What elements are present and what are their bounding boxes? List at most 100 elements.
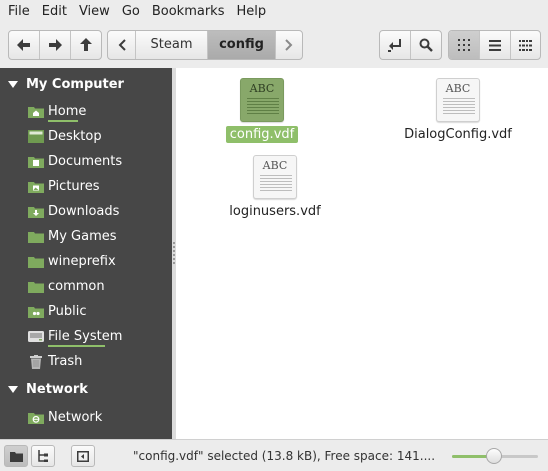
- sidebar-item-public[interactable]: Public: [0, 299, 172, 324]
- sidebar-item-label: My Games: [48, 229, 117, 244]
- list-view-button[interactable]: [480, 31, 511, 59]
- search-icon: [419, 38, 433, 52]
- up-button[interactable]: [71, 31, 101, 59]
- sidebar: My Computer Home Desktop Documents Pictu…: [0, 68, 172, 439]
- sidebar-section-network[interactable]: Network: [0, 377, 88, 401]
- compact-view-icon: [519, 39, 532, 51]
- folder-icon: [28, 280, 44, 294]
- sidebar-item-documents[interactable]: Documents: [0, 149, 172, 174]
- menu-file[interactable]: File: [2, 0, 36, 24]
- disk-usage-bar: [48, 345, 106, 347]
- sidebar-item-label: Network: [48, 410, 103, 425]
- compact-view-button[interactable]: [511, 31, 540, 59]
- downloads-folder-icon: [28, 205, 44, 219]
- expander-down-icon: [0, 80, 26, 88]
- sidebar-item-pictures[interactable]: Pictures: [0, 174, 172, 199]
- breadcrumb: Steam config: [107, 30, 303, 60]
- sidebar-item-downloads[interactable]: Downloads: [0, 199, 172, 224]
- sidebar-item-home[interactable]: Home: [0, 99, 172, 124]
- home-folder-icon: [28, 105, 44, 119]
- trash-icon: [28, 354, 44, 369]
- sidebar-item-label: Pictures: [48, 179, 100, 194]
- show-places-button[interactable]: [4, 445, 28, 467]
- sidebar-item-label: Public: [48, 304, 87, 319]
- forward-button[interactable]: [40, 31, 71, 59]
- sidebar-item-file-system[interactable]: File System: [0, 324, 172, 349]
- toggle-location-button[interactable]: [380, 31, 411, 59]
- zoom-slider[interactable]: [452, 448, 538, 464]
- file-item-dialogconfig-vdf[interactable]: ABC DialogConfig.vdf: [393, 78, 523, 143]
- text-file-icon: ABC: [253, 155, 297, 199]
- file-view[interactable]: ABC config.vdf ABC DialogConfig.vdf ABC …: [176, 68, 548, 439]
- sidebar-item-network[interactable]: Network: [0, 405, 172, 430]
- pictures-folder-icon: [28, 180, 44, 194]
- network-folder-icon: [28, 411, 44, 425]
- icon-view-button[interactable]: [449, 31, 480, 59]
- sidebar-item-label: Desktop: [48, 129, 102, 144]
- show-tree-button[interactable]: [31, 445, 55, 467]
- sidebar-item-common[interactable]: common: [0, 274, 172, 299]
- file-item-config-vdf[interactable]: ABC config.vdf: [197, 78, 327, 143]
- arrow-left-icon: [17, 39, 30, 51]
- menu-edit[interactable]: Edit: [36, 0, 73, 24]
- section-title: Network: [26, 381, 88, 397]
- drive-icon: [28, 330, 44, 344]
- text-file-icon: ABC: [240, 78, 284, 122]
- status-text: "config.vdf" selected (13.8 kB), Free sp…: [133, 449, 436, 463]
- sidebar-item-trash[interactable]: Trash: [0, 349, 172, 374]
- toolbar: Steam config: [0, 24, 548, 68]
- sidebar-item-label: common: [48, 279, 105, 294]
- toggle-sidebar-button[interactable]: [71, 445, 95, 467]
- zoom-slider-handle[interactable]: [486, 448, 503, 464]
- sidebar-item-wineprefix[interactable]: wineprefix: [0, 249, 172, 274]
- expander-down-icon: [0, 385, 26, 393]
- chevron-left-icon: [118, 39, 126, 51]
- location-buttons: [379, 30, 442, 60]
- public-folder-icon: [28, 305, 44, 319]
- arrow-up-icon: [80, 38, 92, 51]
- view-mode-buttons: [448, 30, 541, 60]
- search-button[interactable]: [411, 31, 441, 59]
- folder-icon: [28, 230, 44, 244]
- menu-go[interactable]: Go: [116, 0, 146, 24]
- menu-view[interactable]: View: [73, 0, 116, 24]
- statusbar: "config.vdf" selected (13.8 kB), Free sp…: [0, 439, 548, 471]
- breadcrumb-steam[interactable]: Steam: [136, 31, 208, 59]
- file-name: loginusers.vdf: [229, 204, 321, 219]
- disk-usage-bar: [48, 120, 78, 122]
- back-button[interactable]: [9, 31, 40, 59]
- section-title: My Computer: [26, 76, 124, 92]
- menubar: File Edit View Go Bookmarks Help: [0, 0, 548, 24]
- sidebar-item-my-games[interactable]: My Games: [0, 224, 172, 249]
- file-item-loginusers-vdf[interactable]: ABC loginusers.vdf: [210, 155, 340, 220]
- sidebar-item-label: wineprefix: [48, 254, 116, 269]
- documents-folder-icon: [28, 155, 44, 169]
- navigation-buttons: [8, 30, 102, 60]
- splitter-grip[interactable]: [173, 242, 175, 266]
- sidebar-item-label: Downloads: [48, 204, 120, 219]
- icon-view-icon: [458, 39, 470, 51]
- folder-icon: [28, 255, 44, 269]
- breadcrumb-right-button[interactable]: [276, 31, 302, 59]
- list-view-icon: [489, 39, 501, 51]
- sidebar-item-label: Trash: [48, 354, 83, 369]
- sidebar-item-label: File System: [48, 329, 122, 347]
- sidebar-item-label: Home: [48, 104, 86, 122]
- menu-help[interactable]: Help: [230, 0, 272, 24]
- menu-bookmarks[interactable]: Bookmarks: [146, 0, 231, 24]
- chevron-right-icon: [285, 39, 293, 51]
- sidebar-section-my-computer[interactable]: My Computer: [0, 72, 124, 96]
- file-name: config.vdf: [225, 126, 299, 143]
- folder-icon: [9, 451, 23, 462]
- tree-view-icon: [38, 450, 48, 462]
- sidebar-item-label: Documents: [48, 154, 123, 169]
- location-entry-icon: [388, 39, 401, 52]
- sidebar-item-desktop[interactable]: Desktop: [0, 124, 172, 149]
- breadcrumb-config[interactable]: config: [208, 31, 276, 59]
- breadcrumb-left-button[interactable]: [108, 31, 136, 59]
- desktop-icon: [28, 130, 44, 144]
- arrow-right-icon: [49, 39, 62, 51]
- text-file-icon: ABC: [436, 78, 480, 122]
- sidebar-toggle-icon: [77, 450, 89, 462]
- file-name: DialogConfig.vdf: [404, 127, 512, 142]
